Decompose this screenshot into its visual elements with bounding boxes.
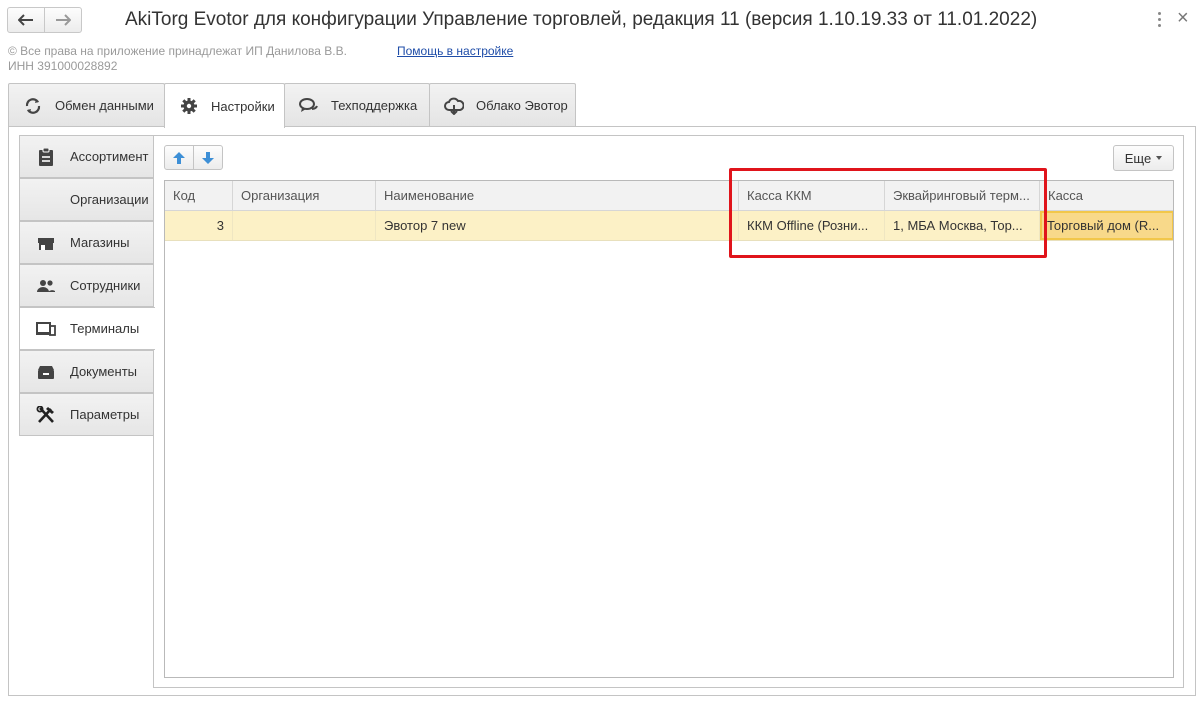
cell-acquiring[interactable]: 1, МБА Москва, Тор... [885, 211, 1040, 240]
more-actions-button[interactable]: Еще [1113, 145, 1174, 171]
cell-name[interactable]: Эвотор 7 new [376, 211, 739, 240]
side-tab-label: Сотрудники [70, 278, 141, 293]
clipboard-icon [39, 147, 53, 166]
arrow-up-icon [173, 151, 185, 164]
tab-label: Техподдержка [331, 98, 418, 113]
tab-settings[interactable]: Настройки [164, 83, 285, 128]
gear-icon [181, 98, 197, 114]
more-menu-icon[interactable] [1154, 9, 1164, 29]
side-tab-label: Магазины [70, 235, 130, 250]
tab-label: Облако Эвотор [476, 98, 568, 113]
inn-text: ИНН 391000028892 [8, 59, 118, 73]
move-down-button[interactable] [193, 145, 223, 170]
table-header: Код Организация Наименование Касса ККМ Э… [165, 181, 1173, 211]
column-header-acquiring[interactable]: Эквайринговый терм... [885, 181, 1040, 211]
cell-code[interactable]: 3 [165, 211, 233, 240]
window-title: AkiTorg Evotor для конфигурации Управлен… [125, 9, 1038, 30]
column-header-organization[interactable]: Организация [233, 181, 376, 211]
terminals-table[interactable]: Код Организация Наименование Касса ККМ Э… [164, 180, 1174, 678]
move-up-button[interactable] [164, 145, 194, 170]
column-header-code[interactable]: Код [165, 181, 233, 211]
side-tab-label: Организации [70, 192, 149, 207]
terminal-icon [36, 321, 56, 336]
copyright-text: © Все права на приложение принадлежат ИП… [8, 44, 347, 58]
tab-data-exchange[interactable]: Обмен данными [8, 83, 165, 127]
column-header-cash[interactable]: Касса [1040, 181, 1173, 211]
arrow-down-icon [202, 151, 214, 164]
people-icon [37, 279, 55, 292]
side-tab-label: Ассортимент [70, 149, 149, 164]
copyright-info: © Все права на приложение принадлежат ИП… [8, 44, 347, 74]
cell-cash[interactable]: Торговый дом (R... [1040, 211, 1173, 240]
chevron-down-icon [1156, 156, 1163, 160]
tab-label: Обмен данными [55, 98, 154, 113]
column-header-name[interactable]: Наименование [376, 181, 739, 211]
cell-organization[interactable] [233, 211, 376, 240]
side-tab-assortment[interactable]: Ассортимент [19, 135, 154, 178]
documents-icon [38, 365, 54, 379]
arrow-left-icon [18, 14, 33, 26]
side-tab-parameters[interactable]: Параметры [19, 393, 154, 436]
chat-icon [299, 97, 318, 112]
store-icon [38, 237, 54, 250]
sync-icon [25, 97, 41, 114]
tab-label: Настройки [211, 98, 275, 114]
blank-icon [36, 191, 56, 209]
tab-evotor-cloud[interactable]: Облако Эвотор [429, 83, 576, 127]
help-setup-link[interactable]: Помощь в настройке [397, 44, 513, 58]
cloud-icon [444, 97, 464, 115]
side-tab-terminals[interactable]: Терминалы [19, 307, 155, 350]
column-header-kkm[interactable]: Касса ККМ [739, 181, 885, 211]
side-tab-documents[interactable]: Документы [19, 350, 154, 393]
side-tab-label: Параметры [70, 407, 140, 422]
arrow-right-icon [56, 14, 71, 26]
table-row[interactable]: 3 Эвотор 7 new ККМ Offline (Розни... 1, … [165, 211, 1173, 241]
more-label: Еще [1124, 150, 1152, 166]
side-tab-label: Документы [70, 364, 138, 379]
close-icon[interactable]: × [1177, 6, 1189, 30]
side-tab-label: Терминалы [70, 321, 140, 336]
side-tab-stores[interactable]: Магазины [19, 221, 154, 264]
tab-support[interactable]: Техподдержка [284, 83, 430, 127]
side-tab-organizations[interactable]: Организации [19, 178, 154, 221]
forward-button[interactable] [44, 7, 82, 33]
side-tab-employees[interactable]: Сотрудники [19, 264, 154, 307]
back-button[interactable] [7, 7, 45, 33]
tools-icon [36, 405, 54, 423]
cell-kkm[interactable]: ККМ Offline (Розни... [739, 211, 885, 240]
